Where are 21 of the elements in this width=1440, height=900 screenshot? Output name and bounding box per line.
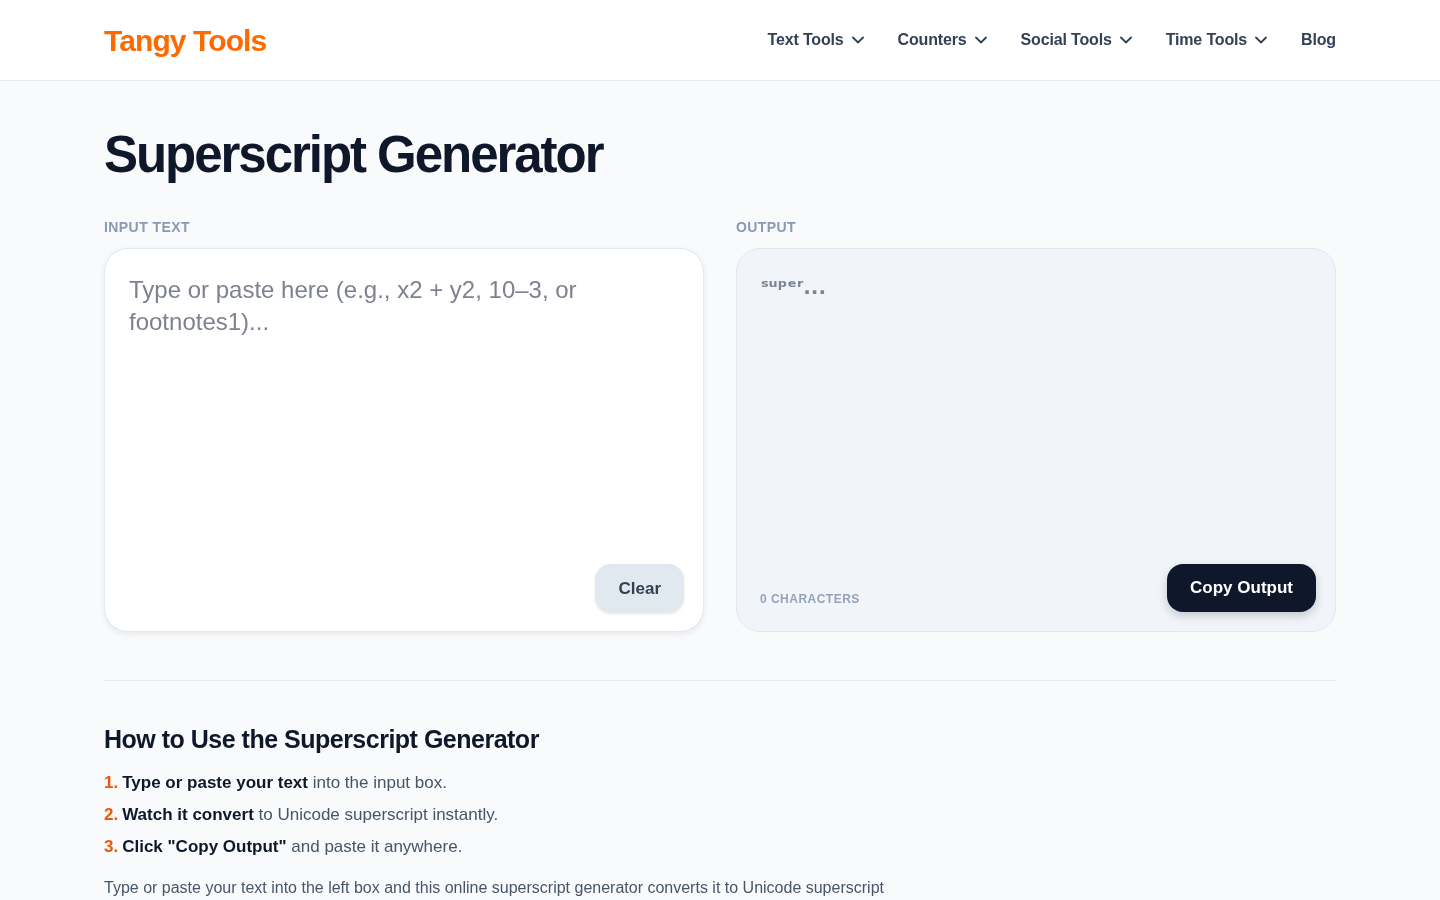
nav-link[interactable]: Text Tools	[767, 28, 864, 52]
step-text: Type or paste your text into the input box.	[122, 772, 447, 794]
nav-link[interactable]: Time Tools	[1165, 28, 1268, 52]
step-text: Watch it convert to Unicode superscript instantly.	[122, 804, 499, 826]
nav-link[interactable]: Counters	[897, 28, 987, 52]
output-placeholder: ˢᵘᵖᵉʳ...	[761, 274, 826, 301]
step-number: 3.	[104, 836, 119, 858]
output-field[interactable]: ˢᵘᵖᵉʳ... 0 CHARACTERS Copy Output	[736, 248, 1336, 632]
nav-link[interactable]: Blog	[1301, 28, 1336, 52]
intro-paragraph: Type or paste your text into the left box and this online superscript generator converts it to Unicode superscript	[104, 878, 885, 898]
copy-output-button[interactable]: Copy Output	[1167, 564, 1316, 612]
clear-button[interactable]: Clear	[595, 564, 684, 613]
output-label: OUTPUT	[736, 218, 798, 237]
section-heading: How to Use the Superscript Generator	[104, 724, 540, 755]
character-count: 0 CHARACTERS	[760, 591, 860, 607]
step-number: 1.	[104, 772, 119, 794]
page-title: Superscript Generator	[104, 125, 604, 185]
step-number: 2.	[104, 804, 119, 826]
input-label: INPUT TEXT	[104, 218, 191, 237]
step-text: Click "Copy Output" and paste it anywhere.	[122, 836, 463, 858]
nav-link[interactable]: Social Tools	[1020, 28, 1132, 52]
